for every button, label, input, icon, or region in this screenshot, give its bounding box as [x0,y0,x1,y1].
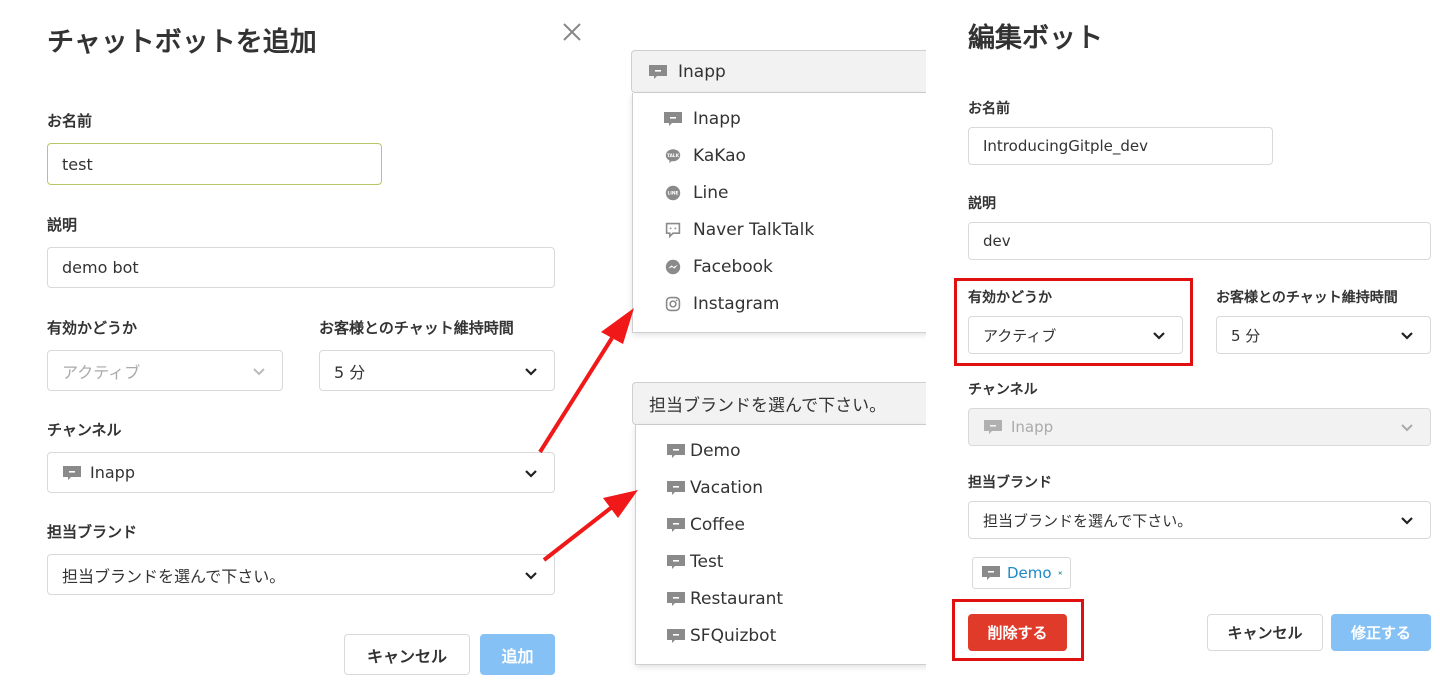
active-status-value: アクティブ [983,326,1057,345]
channel-value: Inapp [1011,418,1054,436]
chat-duration-label: お客様とのチャット維持時間 [1216,290,1398,306]
brand-select[interactable]: 担当ブランドを選んで下さい。 [968,501,1431,539]
channel-select: Inapp [968,408,1431,446]
remove-tag-icon[interactable] [1058,567,1062,579]
chat-icon [984,420,1002,434]
chat-duration-select[interactable]: 5 分 [1216,316,1431,354]
description-input[interactable]: dev [968,222,1431,260]
chevron-down-icon [1153,332,1165,340]
cancel-button[interactable]: キャンセル [1207,614,1323,651]
selected-brand-tag: Demo [972,557,1071,589]
brand-label: 担当ブランド [968,475,1052,491]
arrow-to-brand-dropdown [542,490,638,562]
update-button[interactable]: 修正する [1331,614,1431,651]
modal-title: 編集ボット [968,23,1103,54]
arrow-to-channel-dropdown [538,308,634,454]
channel-label: チャンネル [968,382,1038,398]
active-status-label: 有効かどうか [968,290,1052,306]
chevron-down-icon [1401,332,1413,340]
delete-button[interactable]: 削除する [968,614,1067,651]
name-input[interactable]: IntroducingGitple_dev [968,127,1273,165]
active-status-select[interactable]: アクティブ [968,316,1183,354]
selected-brand-label: Demo [1007,564,1052,582]
description-label: 説明 [968,196,996,212]
name-label: お名前 [968,101,1010,117]
brand-placeholder: 担当ブランドを選んで下さい。 [983,511,1193,530]
chat-duration-value: 5 分 [1231,326,1261,345]
chevron-down-icon [1401,517,1413,525]
chevron-down-icon [1401,424,1413,432]
edit-bot-modal: 編集ボット お名前 IntroducingGitple_dev 説明 dev 有… [926,0,1440,684]
chat-icon [982,566,1000,580]
